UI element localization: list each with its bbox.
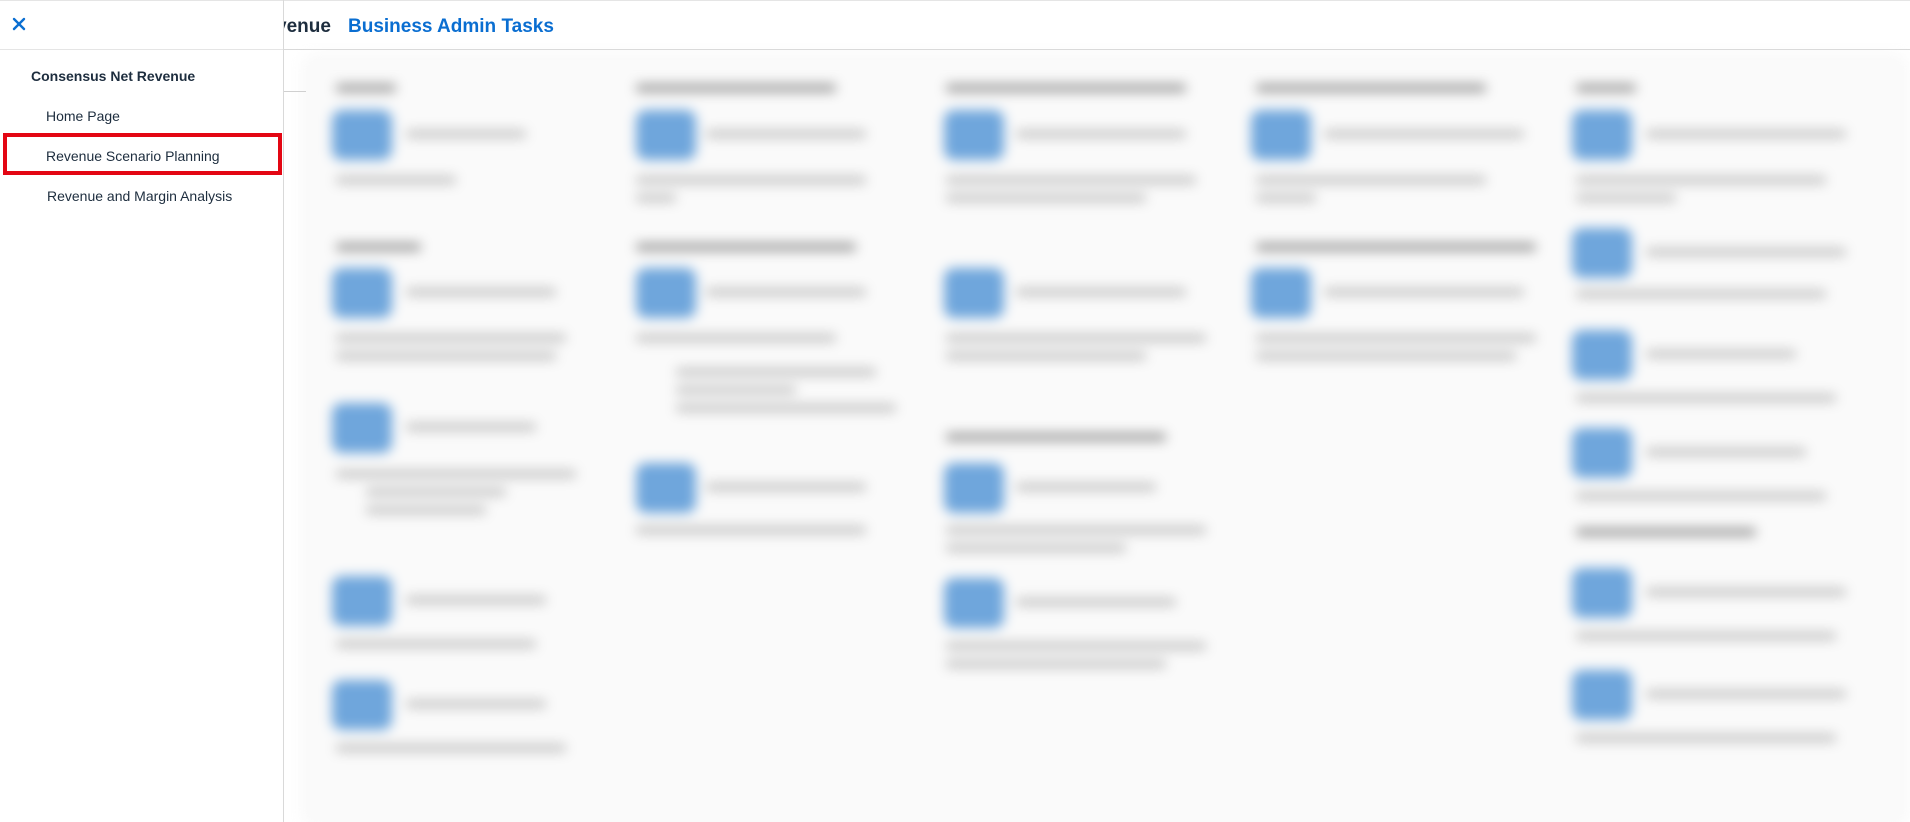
top-header-bar: venue Business Admin Tasks — [0, 0, 1910, 50]
side-navigation: Consensus Net Revenue Home Page Revenue … — [0, 0, 284, 822]
blurred-tile-grid — [306, 58, 1904, 822]
nav-item-revenue-and-margin-analysis[interactable]: Revenue and Margin Analysis — [47, 188, 232, 204]
dashboard-content — [284, 50, 1910, 822]
content-divider — [284, 91, 306, 92]
close-icon[interactable] — [8, 13, 30, 35]
side-navigation-header — [0, 0, 283, 50]
nav-group-consensus-net-revenue[interactable]: Consensus Net Revenue — [31, 68, 195, 84]
tab-business-admin-tasks[interactable]: Business Admin Tasks — [348, 16, 554, 38]
nav-item-revenue-scenario-planning[interactable]: Revenue Scenario Planning — [46, 148, 220, 164]
nav-item-home-page[interactable]: Home Page — [46, 108, 120, 124]
tab-consensus-net-revenue[interactable]: venue — [276, 16, 331, 38]
